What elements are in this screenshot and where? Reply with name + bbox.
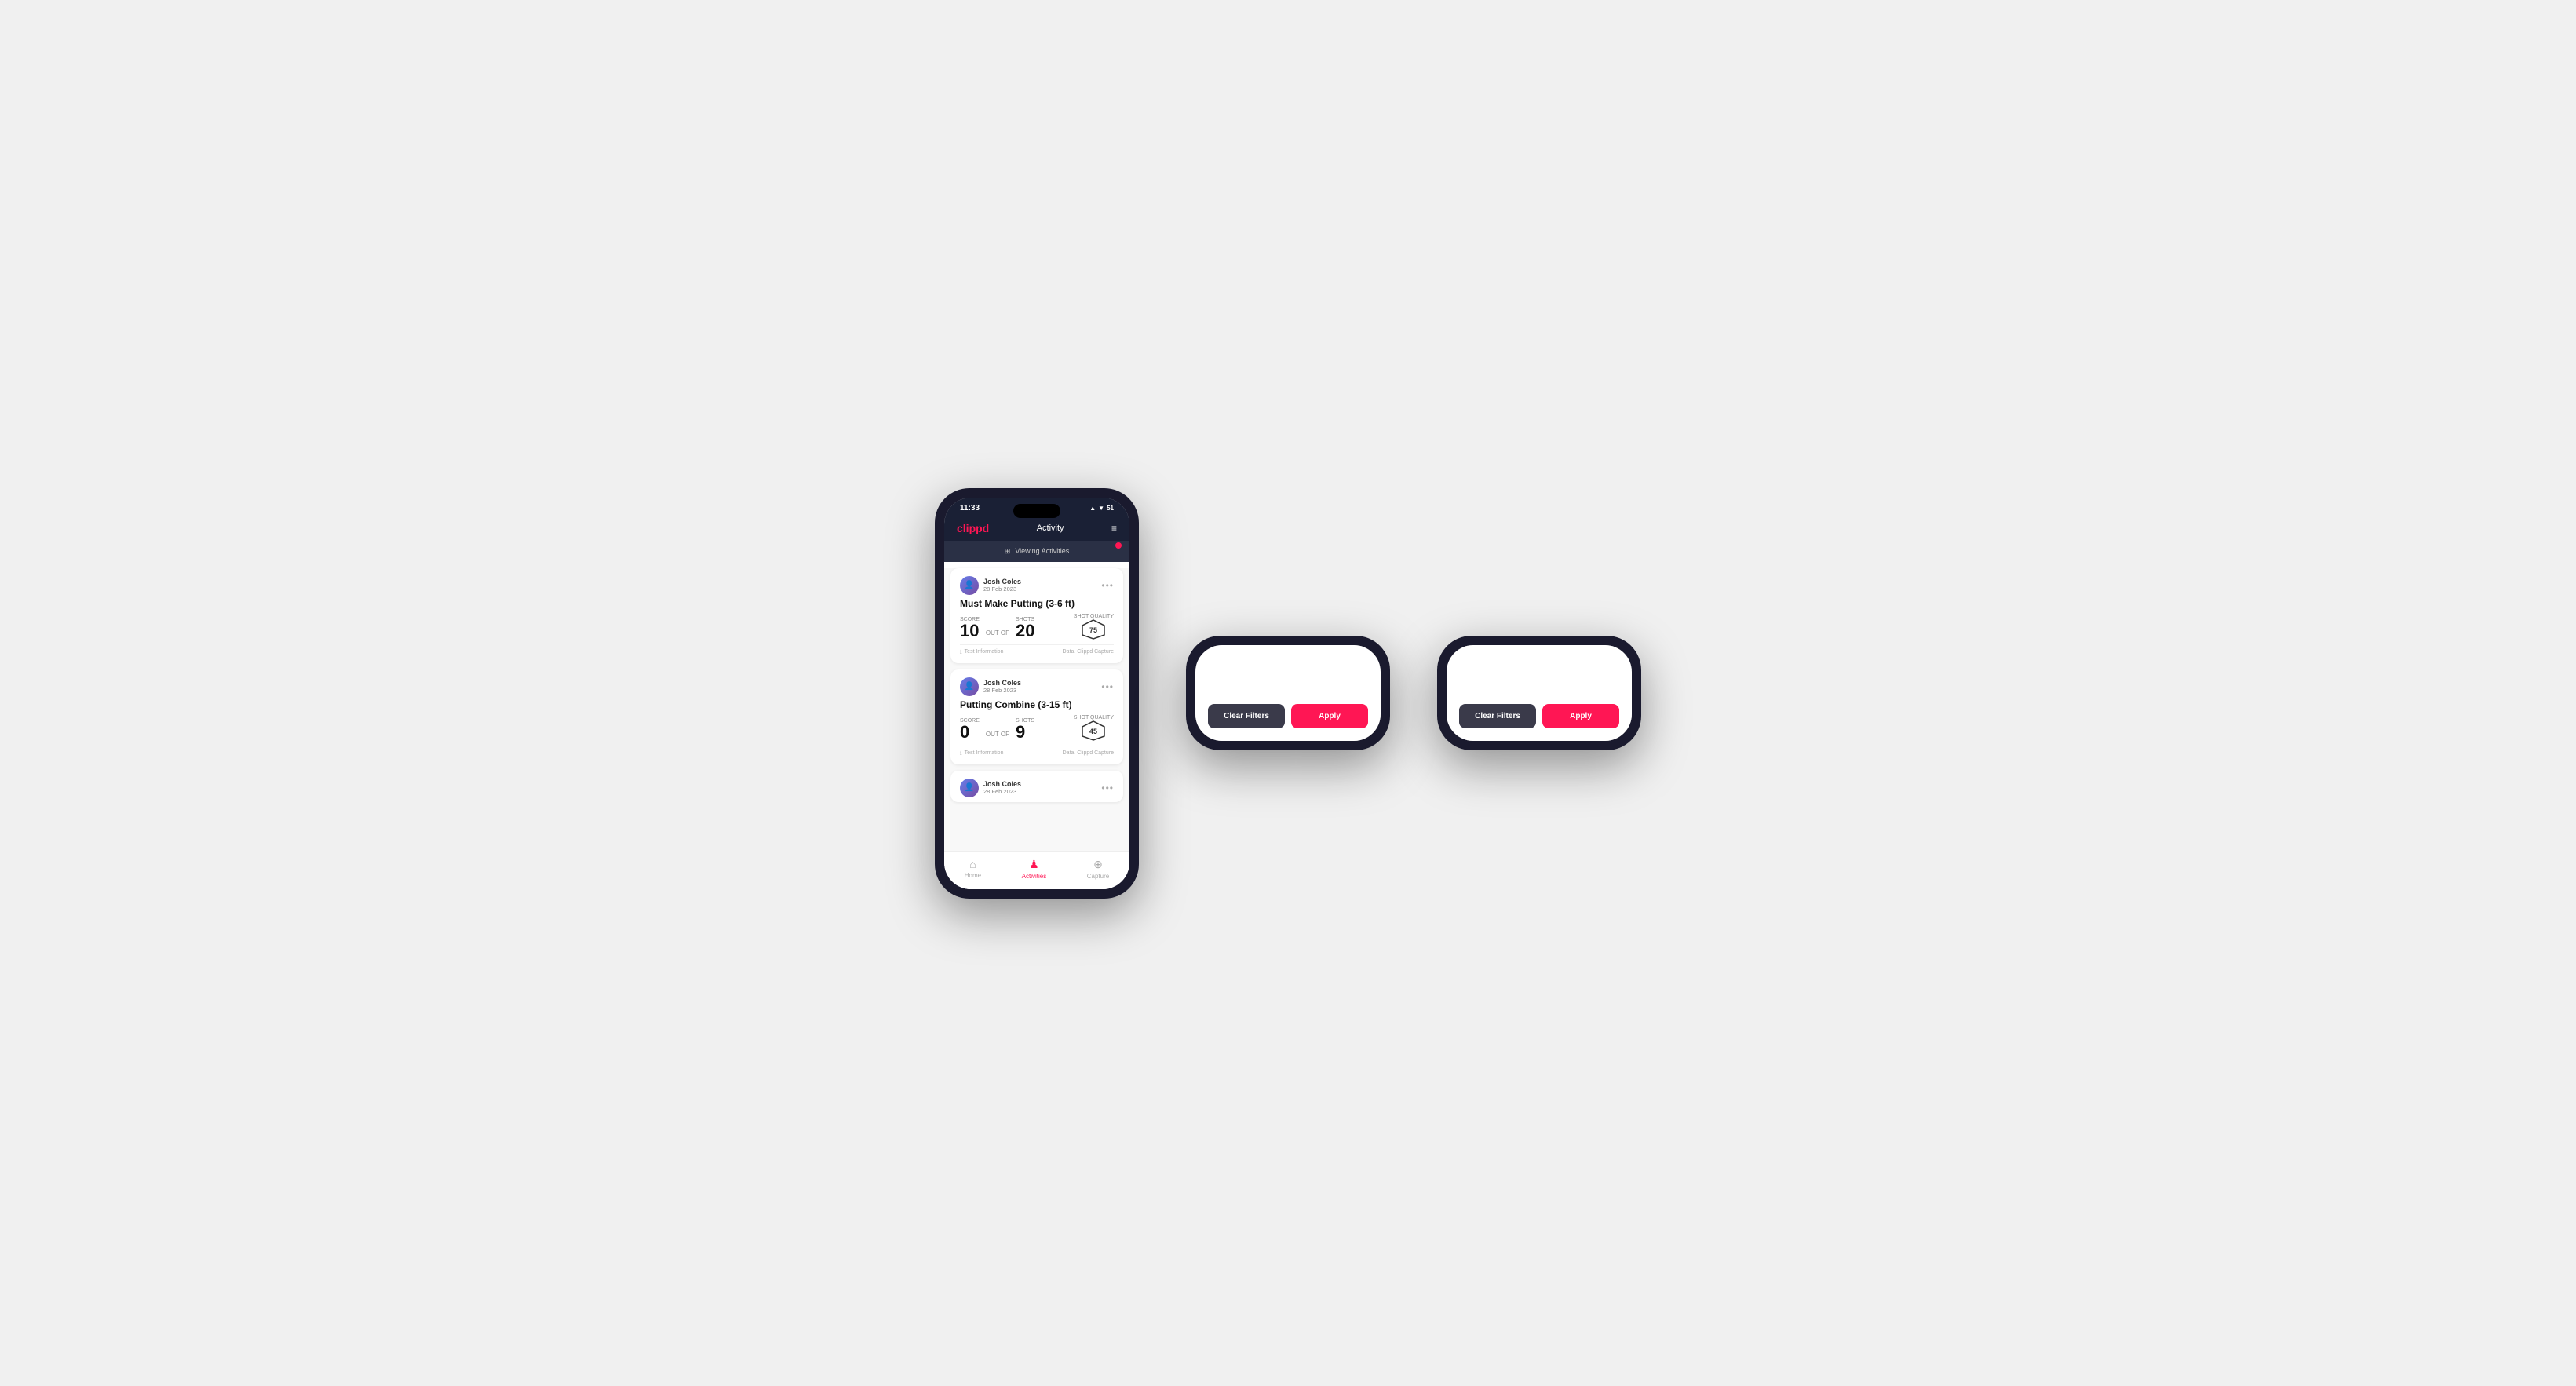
clear-filters-button-3[interactable]: Clear Filters xyxy=(1459,704,1536,728)
apply-button-2[interactable]: Apply xyxy=(1291,704,1368,728)
modal-actions-2: Clear Filters Apply xyxy=(1208,704,1368,728)
score-group-1: Score 10 xyxy=(960,617,980,640)
quality-label-2: Shot Quality xyxy=(1074,715,1114,720)
activity-list-1: 👤 Josh Coles 28 Feb 2023 ••• Must Make P… xyxy=(944,568,1129,851)
out-of-1: OUT OF xyxy=(986,629,1009,636)
apply-button-3[interactable]: Apply xyxy=(1542,704,1619,728)
activity-title-1: Must Make Putting (3-6 ft) xyxy=(960,598,1114,609)
filter-modal-3: Filter ✕ Show Rounds Practice Drills Pra… xyxy=(1447,645,1632,741)
card-footer-2: ℹ Test Information Data: Clippd Capture xyxy=(960,746,1114,757)
user-details-2: Josh Coles 28 Feb 2023 xyxy=(983,679,1021,694)
user-info-1: 👤 Josh Coles 28 Feb 2023 xyxy=(960,576,1021,595)
phone-3: 11:33 ▲ ▼ 51 clippd Activity ≡ ⊞ Viewing xyxy=(1437,636,1641,750)
card-menu-1[interactable]: ••• xyxy=(1101,580,1114,591)
quality-hex-1: 75 xyxy=(1074,619,1114,640)
quality-group-1: Shot Quality 75 xyxy=(1074,614,1114,640)
user-date-1: 28 Feb 2023 xyxy=(983,585,1021,593)
score-value-1: 10 xyxy=(960,622,980,640)
phone-3-screen: 11:33 ▲ ▼ 51 clippd Activity ≡ ⊞ Viewing xyxy=(1447,645,1632,741)
activity-card-3[interactable]: 👤 Josh Coles 28 Feb 2023 ••• xyxy=(950,771,1123,802)
quality-group-2: Shot Quality 45 xyxy=(1074,715,1114,741)
modal-actions-3: Clear Filters Apply xyxy=(1459,704,1619,728)
user-name-2: Josh Coles xyxy=(983,679,1021,687)
scene: 11:33 ▲ ▼ 51 clippd Activity ≡ ⊞ Viewing… xyxy=(888,441,1688,946)
user-name-1: Josh Coles xyxy=(983,578,1021,585)
card-menu-2[interactable]: ••• xyxy=(1101,681,1114,692)
data-text-2: Data: Clippd Capture xyxy=(1063,750,1114,756)
filter-modal-2: Filter ✕ Show Rounds Practice Drills Rou… xyxy=(1195,645,1381,741)
logo-1: clippd xyxy=(957,522,989,534)
info-text-1: ℹ Test Information xyxy=(960,649,1003,655)
info-icon-1: ℹ xyxy=(960,649,962,655)
score-group-2: Score 0 xyxy=(960,718,980,741)
shots-value-1: 20 xyxy=(1016,622,1034,640)
phone-2-screen: 11:33 ▲ ▼ 51 clippd Activity ≡ ⊞ Viewing xyxy=(1195,645,1381,741)
card-header-3: 👤 Josh Coles 28 Feb 2023 ••• xyxy=(960,779,1114,797)
filter-bar-text-1: Viewing Activities xyxy=(1015,547,1069,555)
dynamic-island-1 xyxy=(1013,504,1060,518)
card-header-1: 👤 Josh Coles 28 Feb 2023 ••• xyxy=(960,576,1114,595)
nav-home-1[interactable]: ⌂ Home xyxy=(965,858,981,879)
app-header-1: clippd Activity ≡ xyxy=(944,516,1129,541)
signal-icon: ▲ xyxy=(1089,505,1096,512)
card-menu-3[interactable]: ••• xyxy=(1101,782,1114,793)
out-of-2: OUT OF xyxy=(986,731,1009,738)
status-time-1: 11:33 xyxy=(960,504,980,512)
quality-hex-2: 45 xyxy=(1074,720,1114,741)
home-icon-1: ⌂ xyxy=(969,858,976,870)
svg-text:45: 45 xyxy=(1089,728,1097,735)
filter-icon-1: ⊞ xyxy=(1005,547,1011,556)
user-info-2: 👤 Josh Coles 28 Feb 2023 xyxy=(960,677,1021,696)
stats-row-2: Score 0 OUT OF Shots 9 Shot Quality xyxy=(960,715,1114,741)
activity-card-1[interactable]: 👤 Josh Coles 28 Feb 2023 ••• Must Make P… xyxy=(950,568,1123,663)
nav-capture-1[interactable]: ⊕ Capture xyxy=(1087,858,1109,880)
activity-card-2[interactable]: 👤 Josh Coles 28 Feb 2023 ••• Putting Com… xyxy=(950,669,1123,764)
score-value-2: 0 xyxy=(960,724,980,741)
quality-label-1: Shot Quality xyxy=(1074,614,1114,619)
shots-group-1: Shots 20 xyxy=(1016,617,1034,640)
user-info-3: 👤 Josh Coles 28 Feb 2023 xyxy=(960,779,1021,797)
card-footer-1: ℹ Test Information Data: Clippd Capture xyxy=(960,644,1114,655)
info-text-2: ℹ Test Information xyxy=(960,750,1003,757)
avatar-2: 👤 xyxy=(960,677,979,696)
phone-2: 11:33 ▲ ▼ 51 clippd Activity ≡ ⊞ Viewing xyxy=(1186,636,1390,750)
nav-activities-label-1: Activities xyxy=(1022,873,1047,880)
capture-icon-1: ⊕ xyxy=(1093,858,1103,871)
data-text-1: Data: Clippd Capture xyxy=(1063,649,1114,655)
phone-1: 11:33 ▲ ▼ 51 clippd Activity ≡ ⊞ Viewing… xyxy=(935,488,1139,899)
user-date-3: 28 Feb 2023 xyxy=(983,788,1021,795)
info-icon-2: ℹ xyxy=(960,750,962,757)
shots-group-2: Shots 9 xyxy=(1016,718,1034,741)
filter-overlay-3: Filter ✕ Show Rounds Practice Drills Pra… xyxy=(1447,645,1632,741)
menu-icon-1[interactable]: ≡ xyxy=(1111,523,1117,534)
svg-text:75: 75 xyxy=(1089,626,1097,634)
bottom-nav-1: ⌂ Home ♟ Activities ⊕ Capture xyxy=(944,851,1129,889)
avatar-1: 👤 xyxy=(960,576,979,595)
wifi-icon: ▼ xyxy=(1098,505,1104,512)
filter-dot-1 xyxy=(1115,542,1122,549)
nav-capture-label-1: Capture xyxy=(1087,873,1109,880)
filter-bar-wrapper-1: ⊞ Viewing Activities xyxy=(944,541,1129,562)
user-date-2: 28 Feb 2023 xyxy=(983,687,1021,694)
user-name-3: Josh Coles xyxy=(983,780,1021,788)
nav-home-label-1: Home xyxy=(965,872,981,879)
activities-icon-1: ♟ xyxy=(1029,858,1039,871)
activity-title-2: Putting Combine (3-15 ft) xyxy=(960,699,1114,710)
avatar-3: 👤 xyxy=(960,779,979,797)
clear-filters-button-2[interactable]: Clear Filters xyxy=(1208,704,1285,728)
user-details-1: Josh Coles 28 Feb 2023 xyxy=(983,578,1021,593)
stats-row-1: Score 10 OUT OF Shots 20 Shot Quality xyxy=(960,614,1114,640)
filter-bar-1[interactable]: ⊞ Viewing Activities xyxy=(944,541,1129,562)
phone-1-screen: 11:33 ▲ ▼ 51 clippd Activity ≡ ⊞ Viewing… xyxy=(944,498,1129,889)
filter-overlay-2: Filter ✕ Show Rounds Practice Drills Rou… xyxy=(1195,645,1381,741)
nav-activities-1[interactable]: ♟ Activities xyxy=(1022,858,1047,880)
battery-icon: 51 xyxy=(1107,505,1114,512)
user-details-3: Josh Coles 28 Feb 2023 xyxy=(983,780,1021,795)
shots-value-2: 9 xyxy=(1016,724,1034,741)
header-title-1: Activity xyxy=(1037,523,1064,533)
card-header-2: 👤 Josh Coles 28 Feb 2023 ••• xyxy=(960,677,1114,696)
status-icons-1: ▲ ▼ 51 xyxy=(1089,505,1114,512)
